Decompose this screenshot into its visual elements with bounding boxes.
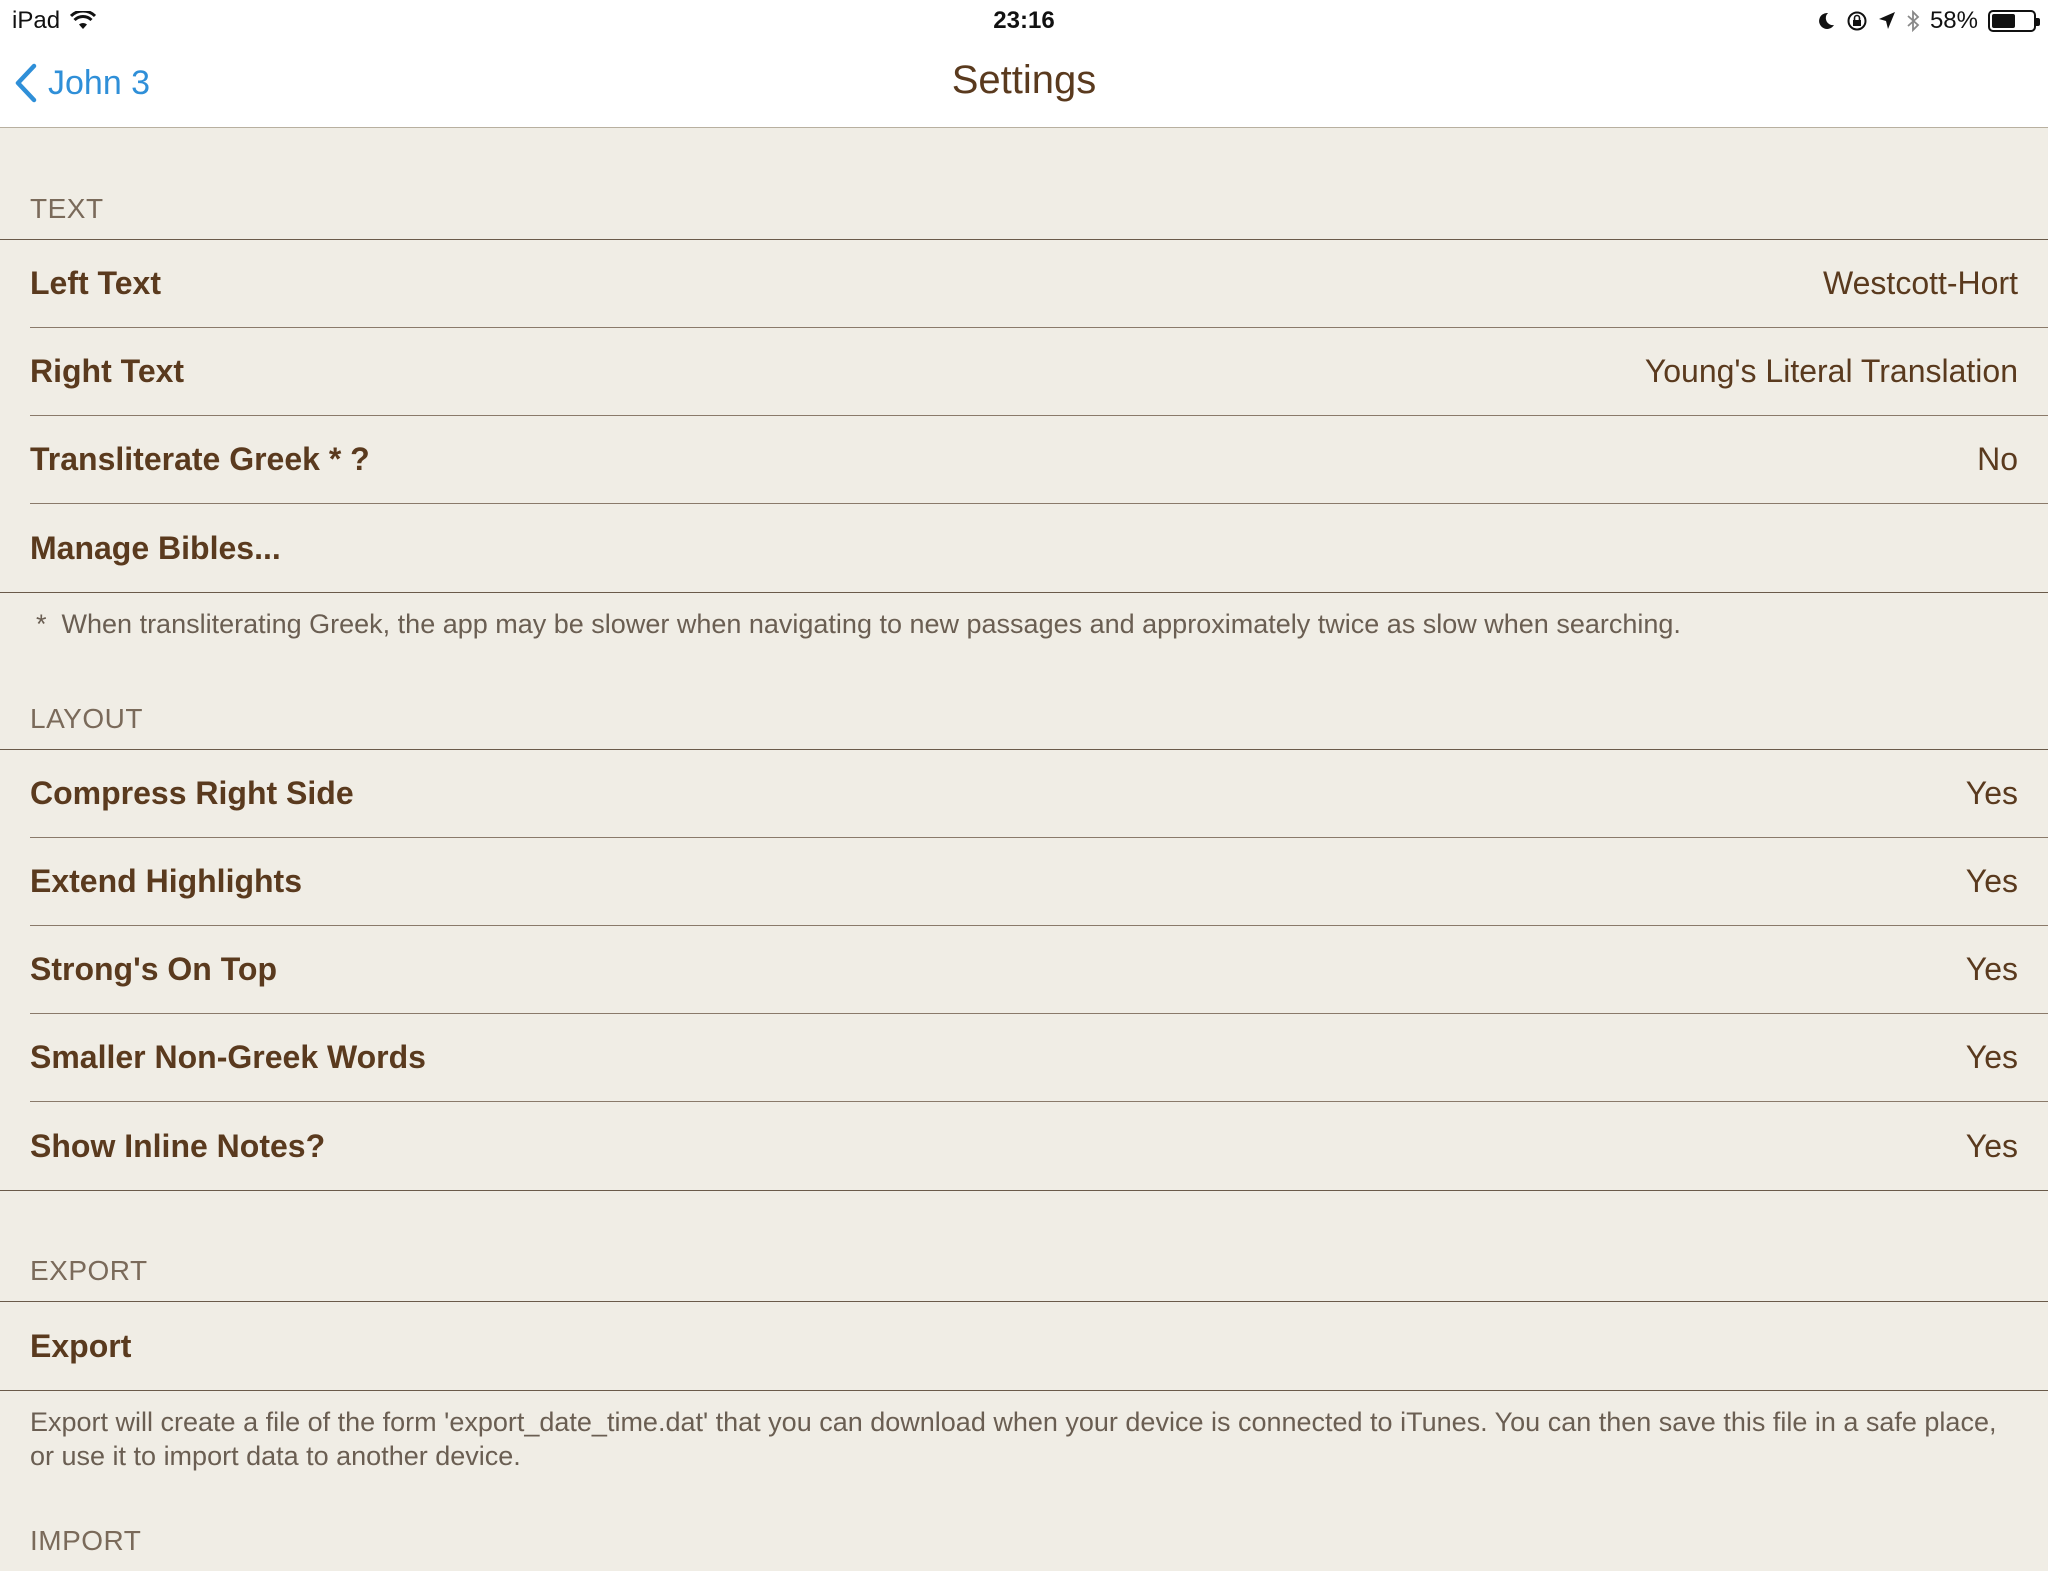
section-header-text: TEXT — [30, 193, 104, 224]
export-settings-group: Export — [0, 1301, 2048, 1391]
manage-bibles-row[interactable]: Manage Bibles... — [30, 504, 2048, 592]
section-header-export: EXPORT — [30, 1255, 148, 1286]
bluetooth-icon — [1907, 10, 1920, 32]
row-value: Yes — [1965, 1039, 2018, 1075]
row-value: Yes — [1965, 863, 2018, 899]
show-inline-notes-row[interactable]: Show Inline Notes? Yes — [30, 1102, 2048, 1190]
row-label: Right Text — [30, 353, 185, 389]
section-footer-text: * When transliterating Greek, the app ma… — [0, 593, 2048, 659]
section-footer-export: Export will create a file of the form 'e… — [30, 1407, 1997, 1471]
location-icon — [1878, 12, 1895, 29]
battery-fill — [1992, 14, 2016, 28]
page-title: Settings — [951, 58, 1097, 102]
footnote-marker: * — [36, 609, 47, 639]
footnote-text: When transliterating Greek, the app may … — [61, 609, 1681, 639]
row-label: Export — [30, 1327, 132, 1364]
left-text-row[interactable]: Left Text Westcott-Hort — [30, 240, 2048, 328]
moon-icon — [1819, 12, 1834, 29]
battery-percent: 58% — [1929, 7, 1978, 34]
row-value: Yes — [1965, 775, 2018, 811]
row-value: Young's Literal Translation — [1644, 353, 2018, 389]
export-row[interactable]: Export — [30, 1302, 2048, 1390]
row-label: Extend Highlights — [30, 863, 302, 899]
row-label: Transliterate Greek * ? — [30, 441, 370, 477]
right-text-row[interactable]: Right Text Young's Literal Translation — [30, 328, 2048, 416]
layout-settings-group: Compress Right Side Yes Extend Highlight… — [0, 749, 2048, 1191]
status-bar: iPad 23:16 58% — [0, 0, 2048, 40]
extend-highlights-row[interactable]: Extend Highlights Yes — [30, 838, 2048, 926]
text-settings-group: Left Text Westcott-Hort Right Text Young… — [0, 239, 2048, 593]
row-label: Show Inline Notes? — [30, 1127, 326, 1164]
section-header-import: IMPORT — [30, 1525, 142, 1556]
row-label: Strong's On Top — [30, 951, 277, 987]
row-label: Smaller Non-Greek Words — [30, 1039, 426, 1075]
row-value: No — [1977, 441, 2018, 477]
navigation-bar: John 3 Settings — [0, 40, 2048, 128]
row-value: Yes — [1965, 1127, 2018, 1164]
transliterate-greek-row[interactable]: Transliterate Greek * ? No — [30, 416, 2048, 504]
battery-icon — [1988, 10, 2040, 32]
settings-list[interactable]: TEXT Left Text Westcott-Hort Right Text … — [0, 129, 2048, 1571]
row-label: Manage Bibles... — [30, 529, 281, 566]
row-value: Yes — [1965, 951, 2018, 987]
rotation-lock-icon — [1847, 11, 1867, 31]
strongs-on-top-row[interactable]: Strong's On Top Yes — [30, 926, 2048, 1014]
section-header-layout: LAYOUT — [30, 703, 143, 734]
status-time: 23:16 — [993, 7, 1055, 34]
smaller-non-greek-words-row[interactable]: Smaller Non-Greek Words Yes — [30, 1014, 2048, 1102]
row-value: Westcott-Hort — [1823, 265, 2018, 301]
row-label: Left Text — [30, 265, 161, 301]
compress-right-side-row[interactable]: Compress Right Side Yes — [30, 750, 2048, 838]
row-label: Compress Right Side — [30, 775, 354, 811]
